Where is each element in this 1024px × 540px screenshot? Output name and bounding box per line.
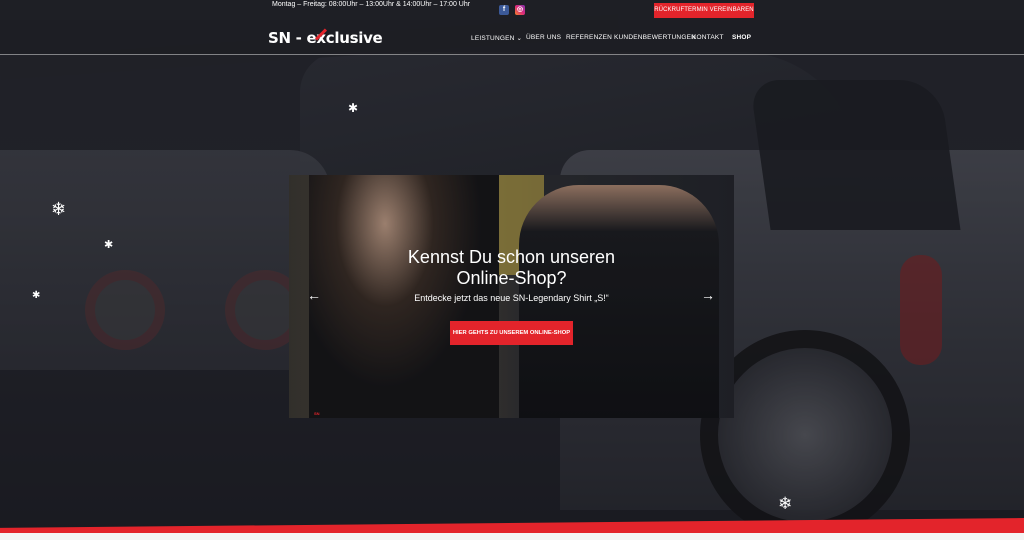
snowflake-icon: ✱ [32, 290, 41, 301]
nav-item-referenzen[interactable]: REFERENZEN [566, 34, 612, 41]
nav-item-ueber-uns[interactable]: ÜBER UNS [526, 34, 561, 41]
shirt-badge: SN [314, 411, 320, 416]
snowflake-icon: ✱ [348, 101, 359, 115]
site-logo[interactable]: SN - exclusive [268, 29, 383, 47]
facebook-icon[interactable]: f [499, 5, 509, 15]
slide-subtitle: Entdecke jetzt das neue SN-Legendary Shi… [414, 293, 609, 303]
section-divider [0, 533, 1024, 540]
top-bar: Montag – Freitag: 08:00Uhr – 13:00Uhr & … [0, 0, 1024, 20]
nav-item-kundenbewertungen[interactable]: KUNDENBEWERTUNGEN [614, 34, 696, 41]
callback-appointment-button[interactable]: RÜCKRUFTERMIN VEREINBAREN [654, 3, 754, 18]
nav-item-shop[interactable]: SHOP [732, 34, 751, 41]
nav-item-leistungen[interactable]: LEISTUNGEN ⌄ [471, 34, 522, 42]
instagram-icon[interactable]: ◎ [515, 5, 525, 15]
opening-hours: Montag – Freitag: 08:00Uhr – 13:00Uhr & … [272, 1, 471, 8]
arrow-right-icon[interactable]: → [701, 287, 715, 303]
nav-item-kontakt[interactable]: KONTAKT [692, 34, 724, 41]
online-shop-button[interactable]: HIER GEHTS ZU UNSEREM ONLINE-SHOP [450, 321, 573, 345]
snowflake-icon: ❄ [51, 199, 67, 219]
main-navbar: SN - exclusive LEISTUNGEN ⌄ ÜBER UNS REF… [0, 20, 1024, 55]
snowflake-icon: ✱ [104, 239, 114, 251]
arrow-left-icon[interactable]: ← [307, 287, 321, 303]
hero-slider: Kennst Du schon unseren Online-Shop? Ent… [289, 175, 734, 418]
snowflake-icon: ❄ [778, 494, 793, 513]
slide-title: Kennst Du schon unseren Online-Shop? [407, 247, 616, 288]
